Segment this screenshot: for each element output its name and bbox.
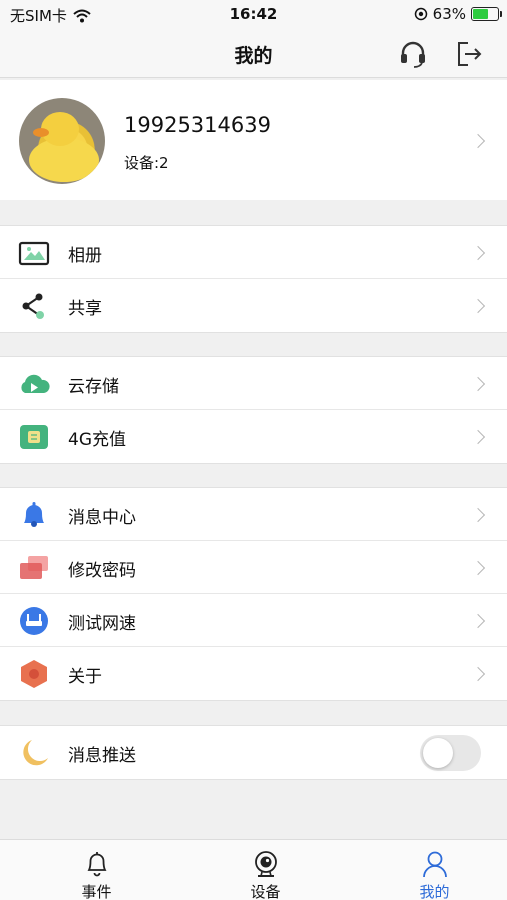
share-icon [22,293,44,319]
menu-group-notifications: 消息推送 [0,725,507,780]
profile-card[interactable]: 19925314639 设备:2 [0,80,507,200]
menu-item-4g-recharge[interactable]: 4G充值 [0,410,507,463]
menu-item-share[interactable]: 共享 [0,279,507,332]
album-icon [18,241,50,266]
nav-bar: 我的 [0,30,507,78]
cloud-storage-icon [21,374,50,393]
logout-icon[interactable] [454,39,484,69]
chevron-right-icon [470,429,486,445]
menu-label: 消息推送 [68,746,136,766]
chevron-right-icon [470,133,486,149]
tab-devices[interactable]: 设备 [181,840,350,900]
menu-label: 关于 [68,667,102,687]
tab-mine[interactable]: 我的 [350,840,507,900]
menu-item-speed-test[interactable]: 测试网速 [0,594,507,647]
bell-icon [24,502,44,527]
menu-label: 相册 [68,246,102,266]
menu-group-services: 云存储 4G充值 [0,356,507,464]
hexagon-icon [21,660,47,688]
menu-label: 4G充值 [68,430,126,450]
battery-percent: 63% [432,5,466,23]
orientation-lock-icon [414,7,427,21]
battery-icon [471,7,502,21]
sim-card-icon [20,425,48,449]
chevron-right-icon [470,666,486,682]
menu-item-change-password[interactable]: 修改密码 [0,541,507,594]
page-title: 我的 [234,45,273,67]
toggle-knob [423,738,453,768]
camera-icon [255,851,277,877]
menu-label: 消息中心 [68,508,136,528]
moon-icon [23,740,48,766]
menu-item-album[interactable]: 相册 [0,226,507,279]
tab-bar: 事件 设备 我的 [0,839,507,900]
chevron-right-icon [470,560,486,576]
menu-item-message-center[interactable]: 消息中心 [0,488,507,541]
tab-label: 事件 [81,883,112,900]
chevron-right-icon [470,507,486,523]
push-notifications-toggle[interactable] [420,735,481,771]
menu-label: 共享 [68,299,102,319]
menu-label: 云存储 [68,377,119,397]
status-bar: 无SIM卡 16:42 63% [0,0,507,30]
person-icon [423,851,447,878]
tab-events[interactable]: 事件 [12,840,181,900]
chevron-right-icon [470,613,486,629]
menu-label: 测试网速 [68,614,136,634]
router-icon [20,607,48,635]
password-icon [20,556,48,579]
headset-icon[interactable] [398,39,428,69]
chevron-right-icon [470,376,486,392]
bell-outline-icon [87,852,107,877]
phone-number: 19925314639 [124,113,271,137]
device-count: 设备:2 [124,154,169,172]
tab-label: 设备 [250,883,281,900]
chevron-right-icon [470,298,486,314]
menu-group-settings: 消息中心 修改密码 测试网速 关于 [0,487,507,701]
status-right: 63% [414,5,502,23]
tab-label: 我的 [419,883,450,900]
menu-item-cloud-storage[interactable]: 云存储 [0,357,507,410]
menu-item-push-notifications: 消息推送 [0,726,507,779]
menu-item-about[interactable]: 关于 [0,647,507,700]
avatar[interactable] [19,98,105,184]
menu-group-media: 相册 共享 [0,225,507,333]
chevron-right-icon [470,245,486,261]
menu-label: 修改密码 [68,561,136,581]
